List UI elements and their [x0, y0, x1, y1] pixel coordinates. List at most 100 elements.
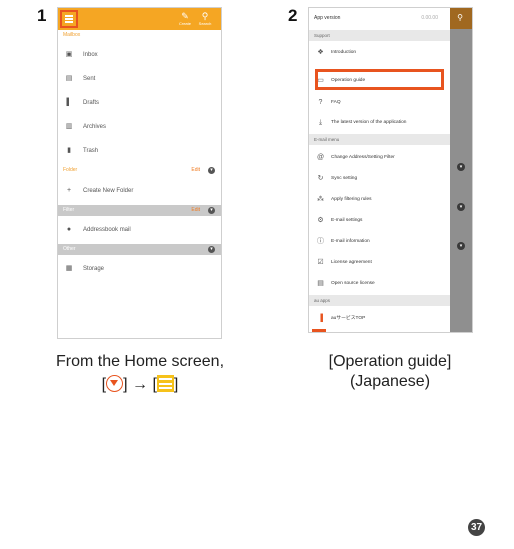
- menu-item-latest-version[interactable]: ⤓ The latest version of the application: [309, 113, 450, 132]
- page-number: 37: [468, 519, 485, 536]
- menu-item-label: License agreement: [331, 260, 372, 265]
- menu-button[interactable]: [60, 10, 78, 28]
- sidebar-item-addressbook-mail[interactable]: ● Addressbook mail: [58, 222, 221, 238]
- sidebar-item-inbox[interactable]: ▣ Inbox: [58, 47, 221, 63]
- settings-icon: ⚙: [317, 217, 324, 224]
- menu-item-sync-setting[interactable]: ↻ Sync setting: [309, 169, 450, 188]
- app-header-bar: ✎ Create ⚲ Search: [58, 8, 221, 30]
- section-header-filter: Filter Edit ▾: [58, 205, 221, 216]
- menu-item-open-source-license[interactable]: ▤ Open source license: [309, 274, 450, 293]
- search-icon: ⚲: [448, 8, 472, 29]
- menu-item-label: FAQ: [331, 100, 341, 105]
- bracket: ]: [123, 376, 128, 393]
- caption-line: [] → []: [30, 372, 250, 395]
- app-version-value: 0.00.00: [421, 15, 438, 21]
- search-label: Search: [198, 21, 212, 26]
- sidebar-item-create-new-folder[interactable]: + Create New Folder: [58, 183, 221, 199]
- sidebar-item-label: Sent: [83, 76, 96, 82]
- chevron-down-icon[interactable]: ▾: [208, 167, 215, 174]
- menu-item-license-agreement[interactable]: ☑ License agreement: [309, 253, 450, 272]
- section-header-label: Other: [63, 246, 76, 252]
- sidebar-item-label: Storage: [83, 266, 105, 272]
- chevron-down-icon: ▾: [457, 242, 465, 250]
- sidebar-item-archives[interactable]: ▥ Archives: [58, 119, 221, 135]
- filter-edit-button[interactable]: Edit: [191, 205, 200, 216]
- trash-icon: ▮: [67, 147, 71, 154]
- menu-icon-bar: [65, 18, 73, 20]
- menu-item-label: Apply filtering rules: [331, 197, 372, 202]
- storage-icon: ▦: [65, 265, 73, 272]
- sidebar-item-drafts[interactable]: ▌ Drafts: [58, 95, 221, 111]
- chevron-down-icon[interactable]: ▾: [208, 207, 215, 214]
- section-header-other: Other ▾: [58, 244, 221, 255]
- home-screen-menu-screenshot: ✎ Create ⚲ Search Mailbox ▣ Inbox ▤ Sent…: [57, 7, 222, 339]
- caption-line: [Operation guide]: [328, 353, 452, 370]
- au-item-partial: [312, 329, 326, 332]
- at-icon: @: [316, 154, 325, 161]
- create-label: Create: [178, 21, 191, 26]
- sidebar-item-label: Trash: [83, 148, 99, 154]
- section-header-support: Support: [309, 30, 450, 41]
- menu-item-au-service-top[interactable]: ▐ auサービスTOP: [309, 309, 450, 328]
- create-button[interactable]: ✎ Create: [174, 11, 196, 26]
- sidebar-item-trash[interactable]: ▮ Trash: [58, 143, 221, 159]
- section-header-folder: Folder Edit ▾: [58, 165, 221, 176]
- drafts-icon: ▌: [66, 99, 72, 106]
- menu-item-label: Change Address/Setting Filter: [331, 155, 395, 160]
- menu-item-label: E-mail settings: [331, 218, 363, 223]
- drawer-menu-screenshot: ⚲ ▾ ▾ ▾ App version 0.00.00 Support ❖ In…: [308, 7, 473, 333]
- download-icon: ⤓: [318, 119, 323, 126]
- operation-guide-highlight: [315, 69, 444, 90]
- filter-rules-icon: ⁂: [317, 196, 324, 203]
- arrow-icon: →: [132, 376, 148, 393]
- menu-item-email-information[interactable]: ⓘ E-mail information: [309, 232, 450, 251]
- inbox-icon: ▣: [65, 51, 73, 58]
- plus-icon: +: [66, 187, 72, 194]
- step-number-1: 1: [37, 6, 47, 25]
- section-header-email-menu: E-mail menu: [309, 134, 450, 145]
- menu-icon: [65, 15, 73, 17]
- app-version-row: App version 0.00.00: [309, 8, 450, 29]
- menu-item-label: Sync setting: [331, 176, 358, 181]
- app-version-label: App version: [314, 15, 341, 21]
- menu-item-faq[interactable]: ? FAQ: [309, 93, 450, 112]
- archives-icon: ▥: [65, 123, 73, 130]
- menu-icon-bar: [65, 21, 73, 23]
- menu-item-label: E-mail information: [331, 239, 370, 244]
- license-icon: ☑: [317, 259, 324, 266]
- home-screen-icon: [106, 375, 124, 392]
- open-source-icon: ▤: [317, 280, 324, 287]
- caption-line: (Japanese): [349, 373, 431, 390]
- au-icon: ▐: [318, 315, 323, 322]
- filter-icon: ●: [66, 226, 72, 233]
- sidebar-item-label: Inbox: [83, 52, 98, 58]
- sidebar-item-storage[interactable]: ▦ Storage: [58, 261, 221, 277]
- section-header-au-apps: au apps: [309, 295, 450, 306]
- sidebar-item-label: Archives: [83, 124, 107, 130]
- menu-item-email-settings[interactable]: ⚙ E-mail settings: [309, 211, 450, 230]
- chevron-down-icon: ▾: [457, 163, 465, 171]
- sidebar-item-sent[interactable]: ▤ Sent: [58, 71, 221, 87]
- question-icon: ?: [318, 99, 323, 106]
- menu-item-change-address[interactable]: @ Change Address/Setting Filter: [309, 148, 450, 167]
- sync-icon: ↻: [317, 175, 324, 182]
- sidebar-item-label: Addressbook mail: [83, 227, 131, 233]
- menu-item-introduction[interactable]: ❖ Introduction: [309, 43, 450, 62]
- sidebar-item-label: Create New Folder: [83, 188, 134, 194]
- sent-icon: ▤: [65, 75, 73, 82]
- chevron-down-icon[interactable]: ▾: [208, 246, 215, 253]
- caption-line: From the Home screen,: [55, 353, 225, 370]
- navigation-drawer: App version 0.00.00 Support ❖ Introducti…: [309, 8, 450, 332]
- step-2-caption: [Operation guide] (Japanese): [290, 352, 490, 392]
- introduction-icon: ❖: [317, 49, 324, 56]
- folder-edit-button[interactable]: Edit: [191, 165, 200, 176]
- section-header-label: Folder: [63, 167, 78, 173]
- search-button[interactable]: ⚲ Search: [194, 11, 216, 26]
- menu-item-label: The latest version of the application: [331, 120, 407, 125]
- menu-item-apply-filtering-rules[interactable]: ⁂ Apply filtering rules: [309, 190, 450, 209]
- search-icon: ⚲: [201, 11, 209, 21]
- menu-item-label: Introduction: [331, 50, 357, 55]
- pencil-icon: ✎: [181, 11, 189, 21]
- step-1-caption: From the Home screen, [] → []: [30, 352, 250, 395]
- bracket: ]: [173, 376, 179, 393]
